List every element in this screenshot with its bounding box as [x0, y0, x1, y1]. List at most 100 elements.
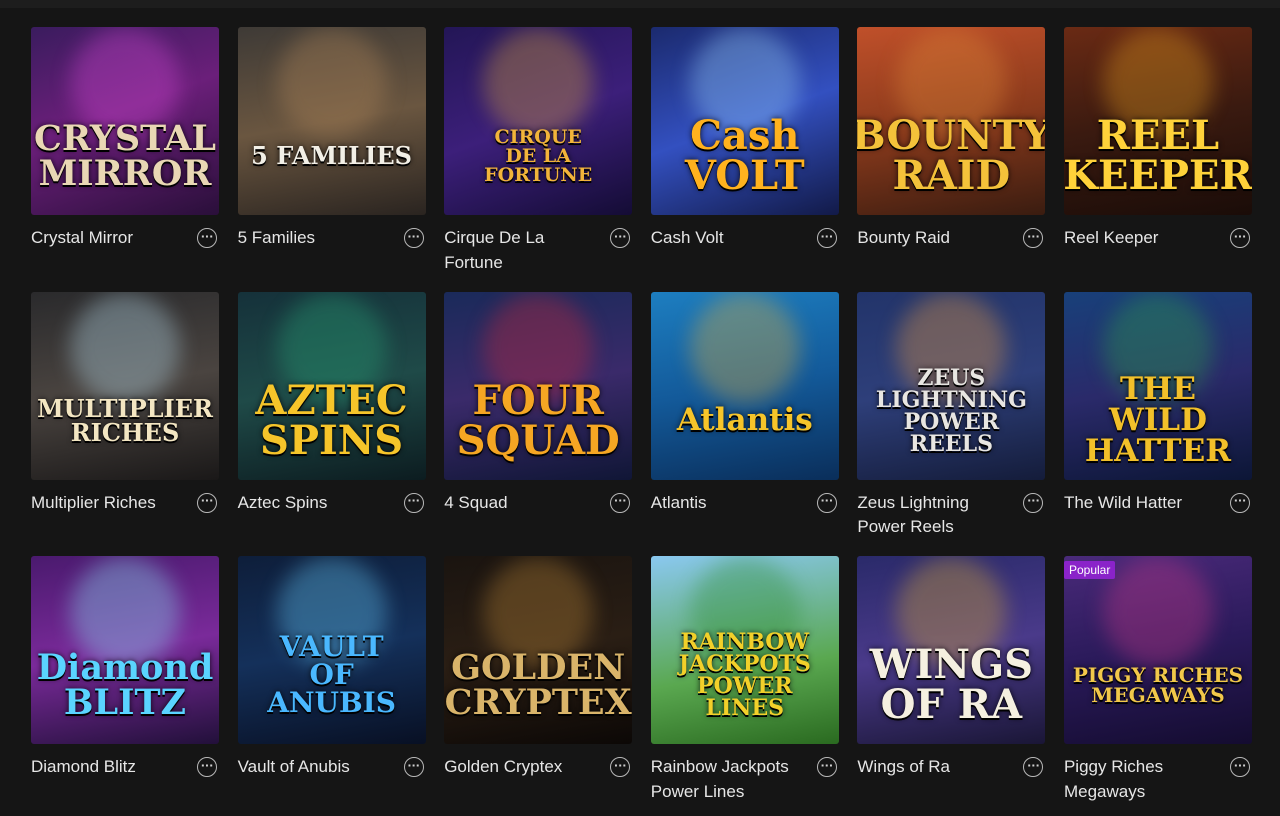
top-bar: [0, 0, 1280, 8]
game-title[interactable]: Zeus Lightning Power Reels: [857, 491, 1007, 540]
game-card-rainbow-jackpots-power-lines[interactable]: RAINBOW JACKPOTS POWER LINES Rainbow Jack…: [650, 556, 839, 816]
more-options-button[interactable]: ···: [1229, 228, 1250, 248]
game-logo: FOUR SQUAD: [456, 376, 620, 464]
game-info: Atlantis ···: [651, 491, 839, 516]
game-card-zeus-lightning-power-reels[interactable]: ZEUS LIGHTNING POWER REELS Zeus Lightning…: [857, 291, 1046, 557]
game-title[interactable]: Multiplier Riches: [31, 491, 181, 516]
game-title[interactable]: Crystal Mirror: [31, 226, 181, 251]
game-thumbnail[interactable]: REEL KEEPER: [1063, 27, 1252, 215]
game-card-wings-of-ra[interactable]: WINGS OF RA Wings of Ra ···: [857, 556, 1046, 816]
game-info: Multiplier Riches ···: [31, 491, 219, 516]
more-options-button[interactable]: ···: [1229, 757, 1250, 777]
game-title[interactable]: Cirque De La Fortune: [444, 226, 594, 275]
game-thumbnail[interactable]: PIGGY RICHES MEGAWAYS: [1063, 556, 1252, 744]
more-options-button[interactable]: ···: [610, 228, 631, 248]
game-card-diamond-blitz[interactable]: Diamond BLITZ Diamond Blitz ···: [31, 556, 219, 816]
game-title[interactable]: Aztec Spins: [238, 491, 388, 516]
game-title[interactable]: Cash Volt: [651, 226, 801, 251]
more-options-button[interactable]: ···: [816, 492, 837, 513]
game-title[interactable]: 5 Families: [238, 226, 388, 251]
game-thumbnail[interactable]: CIRQUE DE LA FORTUNE: [444, 27, 633, 215]
game-card-aztec-spins[interactable]: AZTEC SPINS Aztec Spins ···: [237, 291, 426, 557]
more-options-button[interactable]: ···: [197, 757, 217, 777]
game-thumbnail[interactable]: AZTEC SPINS: [237, 291, 426, 480]
game-thumbnail[interactable]: CRYSTAL MIRROR: [31, 27, 219, 215]
ellipsis-icon: ···: [820, 229, 834, 243]
game-card-cash-volt[interactable]: Cash VOLT Cash Volt ···: [650, 27, 839, 292]
game-info: Diamond Blitz ···: [31, 755, 219, 780]
ellipsis-icon: ···: [1233, 494, 1247, 507]
game-thumbnail[interactable]: FOUR SQUAD: [444, 291, 633, 480]
game-card-vault-of-anubis[interactable]: VAULT OF ANUBIS Vault of Anubis ···: [237, 556, 426, 816]
more-options-button[interactable]: ···: [610, 492, 631, 513]
game-thumbnail[interactable]: ZEUS LIGHTNING POWER REELS: [857, 291, 1046, 480]
game-thumbnail[interactable]: RAINBOW JACKPOTS POWER LINES: [650, 556, 839, 744]
ellipsis-icon: ···: [407, 758, 420, 772]
more-options-button[interactable]: ···: [197, 492, 217, 513]
game-title[interactable]: Golden Cryptex: [444, 755, 594, 780]
game-title[interactable]: Diamond Blitz: [31, 755, 181, 780]
game-card-4-squad[interactable]: FOUR SQUAD 4 Squad ···: [444, 291, 633, 557]
game-card-golden-cryptex[interactable]: GOLDEN CRYPTEX Golden Cryptex ···: [444, 556, 633, 816]
game-thumbnail[interactable]: 5 FAMILIES: [237, 27, 426, 215]
ellipsis-icon: ···: [613, 758, 627, 772]
game-logo: RAINBOW JACKPOTS POWER LINES: [678, 629, 811, 721]
game-card-atlantis[interactable]: Atlantis Atlantis ···: [650, 291, 839, 557]
game-title[interactable]: Bounty Raid: [857, 226, 1007, 251]
game-thumbnail[interactable]: MULTIPLIER RICHES: [31, 291, 219, 480]
game-info: Golden Cryptex ···: [444, 755, 632, 780]
game-title[interactable]: Atlantis: [651, 491, 801, 516]
ellipsis-icon: ···: [820, 494, 834, 507]
game-info: Wings of Ra ···: [857, 755, 1045, 780]
game-thumbnail[interactable]: GOLDEN CRYPTEX: [444, 556, 633, 744]
more-options-button[interactable]: ···: [816, 228, 837, 248]
game-title[interactable]: Reel Keeper: [1064, 226, 1214, 251]
game-card-reel-keeper[interactable]: REEL KEEPER Reel Keeper ···: [1063, 27, 1252, 292]
ellipsis-icon: ···: [407, 229, 420, 243]
game-title[interactable]: 4 Squad: [444, 491, 594, 516]
game-grid: CRYSTAL MIRROR Crystal Mirror ··· 5 FAMILIE…: [31, 27, 1252, 816]
game-title[interactable]: The Wild Hatter: [1064, 491, 1214, 516]
game-info: Rainbow Jackpots Power Lines ···: [651, 755, 839, 804]
game-thumbnail[interactable]: THE WILD HATTER: [1063, 291, 1252, 480]
game-thumbnail[interactable]: Diamond BLITZ: [31, 556, 219, 744]
ellipsis-icon: ···: [407, 494, 420, 507]
game-title[interactable]: Vault of Anubis: [238, 755, 388, 780]
ellipsis-icon: ···: [1027, 758, 1040, 772]
more-options-button[interactable]: ···: [403, 757, 424, 777]
game-thumbnail[interactable]: WINGS OF RA: [857, 556, 1046, 744]
game-info: Aztec Spins ···: [238, 491, 426, 516]
more-options-button[interactable]: ···: [816, 757, 837, 777]
game-card-5-families[interactable]: 5 FAMILIES 5 Families ···: [237, 27, 426, 292]
more-options-button[interactable]: ···: [1023, 228, 1044, 248]
popular-badge: Popular: [1063, 561, 1116, 579]
game-card-bounty-raid[interactable]: BOUNTY RAID Bounty Raid ···: [857, 27, 1046, 292]
game-artwork: [444, 27, 633, 215]
game-thumbnail[interactable]: BOUNTY RAID: [857, 27, 1046, 215]
more-options-button[interactable]: ···: [403, 492, 424, 513]
game-info: Cirque De La Fortune ···: [444, 226, 632, 275]
more-options-button[interactable]: ···: [1023, 757, 1044, 777]
more-options-button[interactable]: ···: [1023, 492, 1044, 513]
game-logo: WINGS OF RA: [869, 641, 1033, 728]
game-thumbnail[interactable]: VAULT OF ANUBIS: [237, 556, 426, 744]
game-card-crystal-mirror[interactable]: CRYSTAL MIRROR Crystal Mirror ···: [31, 27, 219, 292]
game-title[interactable]: Piggy Riches Megaways: [1064, 755, 1214, 804]
game-card-cirque-de-la-fortune[interactable]: CIRQUE DE LA FORTUNE Cirque De La Fortune…: [444, 27, 633, 292]
more-options-button[interactable]: ···: [403, 228, 424, 248]
game-card-multiplier-riches[interactable]: MULTIPLIER RICHES Multiplier Riches ···: [31, 291, 219, 557]
game-title[interactable]: Rainbow Jackpots Power Lines: [651, 755, 801, 804]
game-card-the-wild-hatter[interactable]: THE WILD HATTER The Wild Hatter ···: [1063, 291, 1252, 557]
game-card-piggy-riches-megaways[interactable]: Popular PIGGY RICHES MEGAWAYS Piggy Riches…: [1063, 556, 1252, 816]
game-logo: Atlantis: [676, 402, 813, 438]
game-artwork: [31, 291, 219, 480]
game-thumbnail[interactable]: Cash VOLT: [650, 27, 839, 215]
more-options-button[interactable]: ···: [1229, 492, 1250, 513]
more-options-button[interactable]: ···: [610, 757, 631, 777]
game-logo: Diamond BLITZ: [36, 647, 214, 723]
game-thumbnail[interactable]: Atlantis: [650, 291, 839, 480]
ellipsis-icon: ···: [1027, 229, 1040, 243]
game-logo: THE WILD HATTER: [1084, 371, 1231, 469]
more-options-button[interactable]: ···: [197, 228, 217, 248]
game-title[interactable]: Wings of Ra: [857, 755, 1007, 780]
